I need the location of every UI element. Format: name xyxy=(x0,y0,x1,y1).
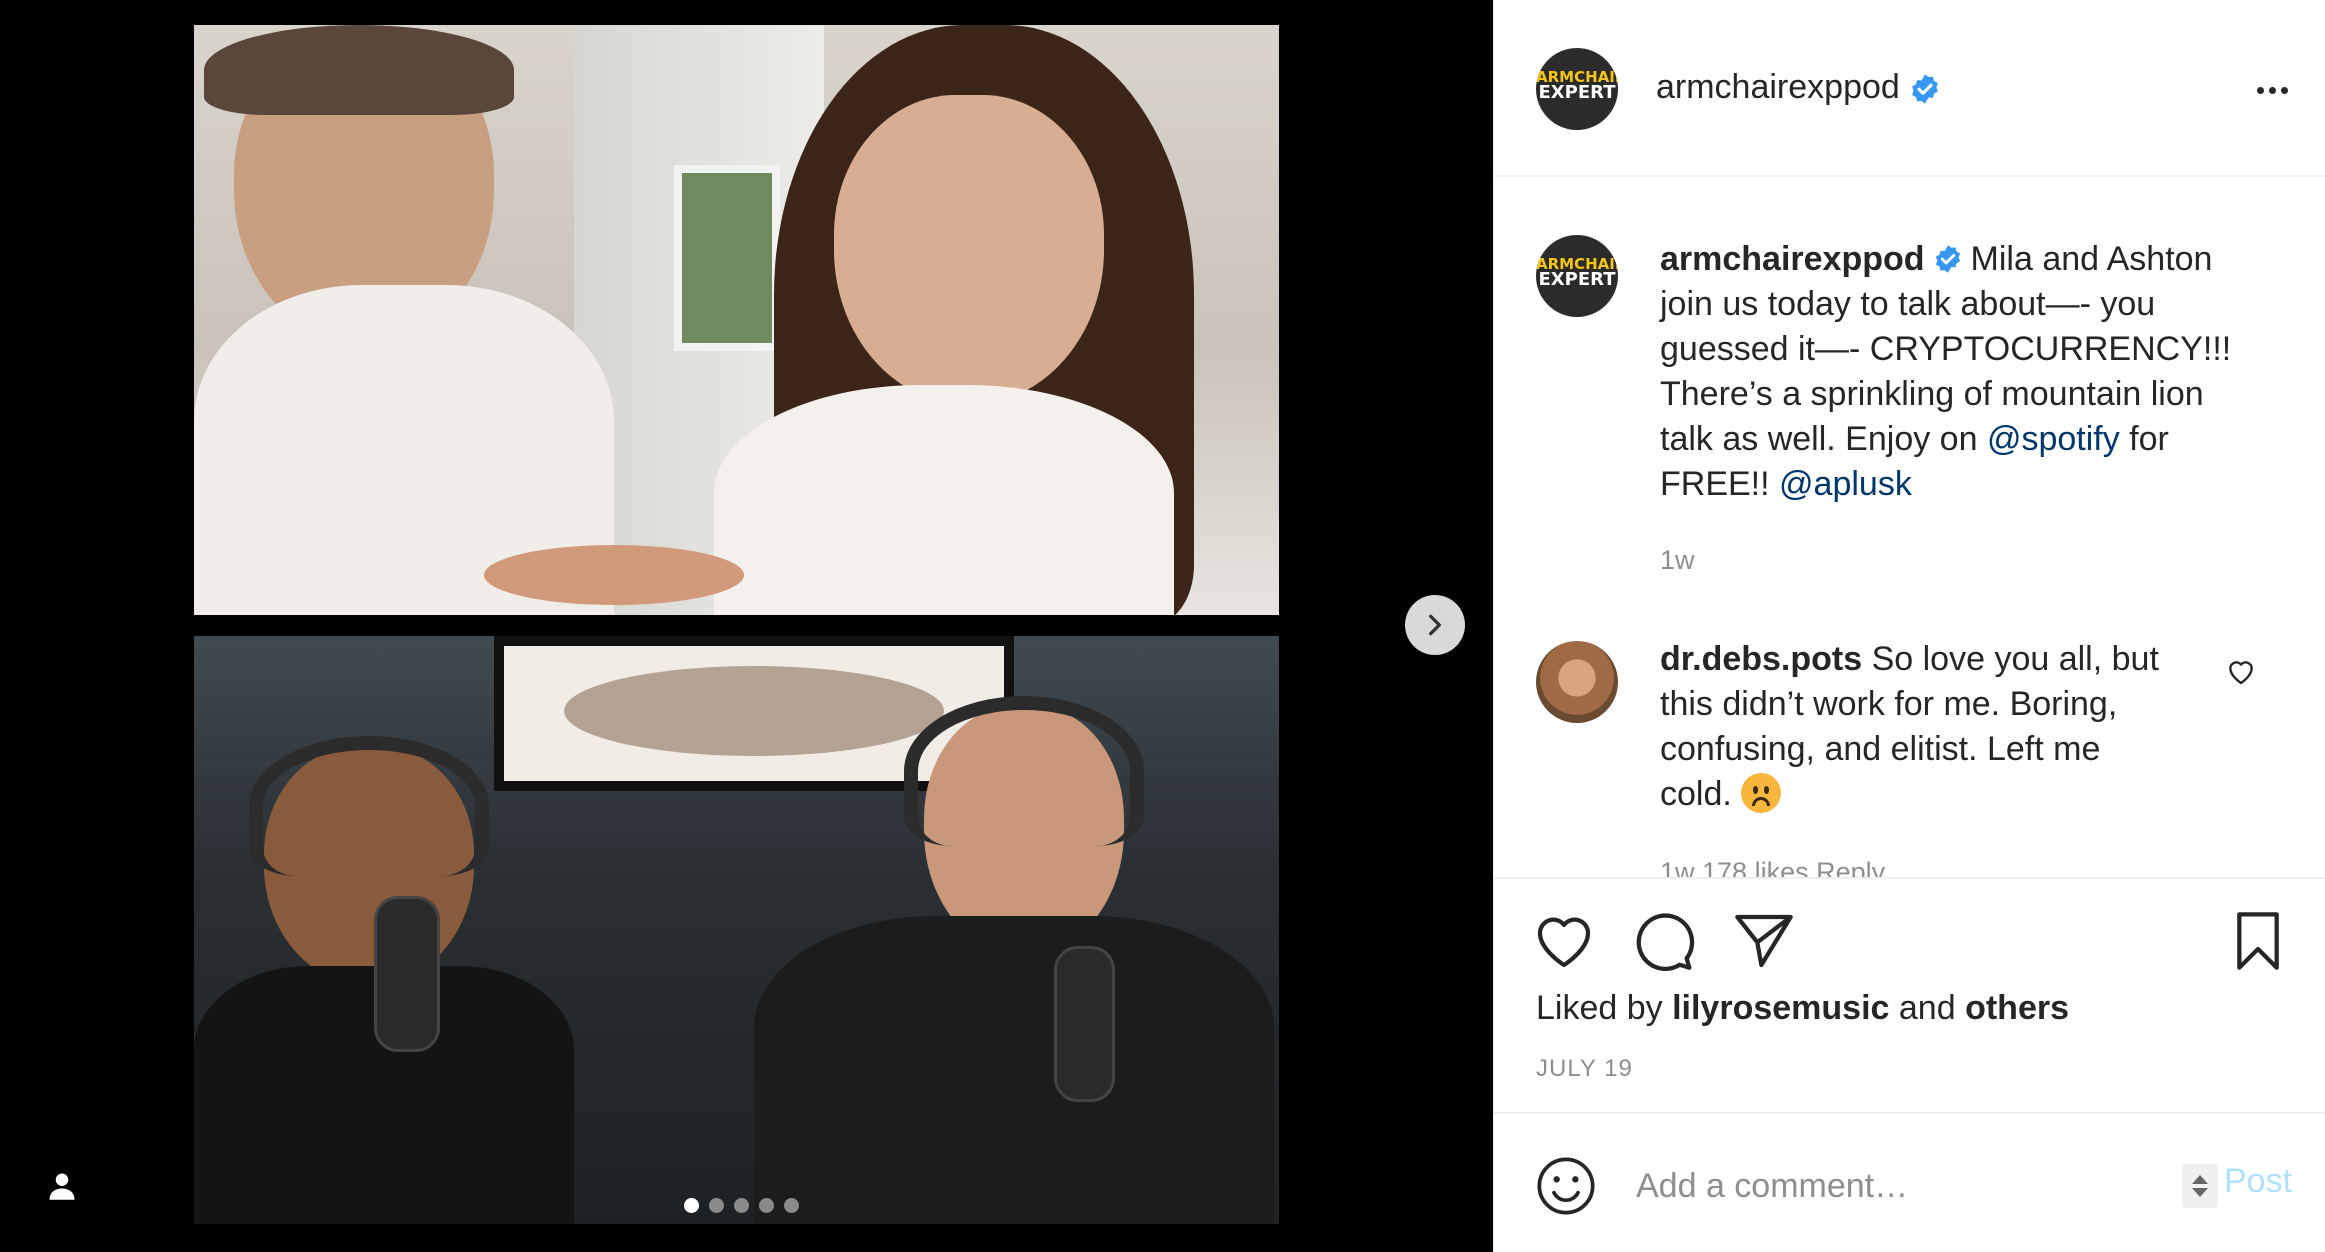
verified-badge-icon xyxy=(1912,74,1939,104)
hand-decor xyxy=(484,545,744,605)
carousel-dot xyxy=(784,1198,799,1213)
header-username[interactable]: armchairexppod xyxy=(1656,68,1941,107)
caption-avatar-logo-text-bottom: EXPERT xyxy=(1538,269,1616,290)
avatar[interactable]: ARMCHAIR EXPERT xyxy=(1536,48,1618,130)
video-call-bottom-tile xyxy=(194,636,1279,1224)
next-slide-button[interactable] xyxy=(1405,595,1465,655)
user-icon xyxy=(49,1173,75,1200)
host-right-decor xyxy=(714,666,1279,1224)
person-left-decor xyxy=(194,25,614,615)
likes-summary: Liked by lilyrosemusic and others xyxy=(1536,989,2069,1028)
carousel-dot xyxy=(684,1198,699,1213)
share-icon[interactable] xyxy=(1732,909,1796,973)
post-header: ARMCHAIR EXPERT armchairexppod xyxy=(1494,0,2325,177)
likes-others-link[interactable]: others xyxy=(1965,989,2069,1027)
carousel-dot xyxy=(709,1198,724,1213)
carousel-dot xyxy=(734,1198,749,1213)
like-icon[interactable] xyxy=(1532,909,1596,973)
add-comment-input[interactable] xyxy=(1634,1154,2158,1218)
comment: dr.debs.pots So love you all, but this d… xyxy=(1660,637,2180,817)
comment-username[interactable]: dr.debs.pots xyxy=(1660,640,1862,678)
avatar-logo-text-bottom: EXPERT xyxy=(1538,82,1616,103)
carousel-dot xyxy=(759,1198,774,1213)
dot-icon xyxy=(2268,86,2276,94)
header-username-text: armchairexppod xyxy=(1656,68,1900,106)
liked-by-user[interactable]: lilyrosemusic xyxy=(1672,989,1889,1027)
mention-link[interactable]: @spotify xyxy=(1987,420,2120,458)
frowning-face-emoji xyxy=(1741,773,1782,814)
caption-timestamp[interactable]: 1w xyxy=(1660,545,1695,576)
tagged-users-button[interactable] xyxy=(44,1168,80,1204)
caption-avatar[interactable]: ARMCHAIR EXPERT xyxy=(1536,235,1618,317)
microphone-left-decor xyxy=(374,896,440,1052)
post-details-panel: ARMCHAIR EXPERT armchairexppod ARMCHAIR … xyxy=(1493,0,2325,1252)
likes-prefix: Liked by xyxy=(1536,989,1663,1027)
comment-like-icon[interactable] xyxy=(2225,655,2257,687)
chevron-right-icon xyxy=(1429,614,1441,636)
carousel-indicator xyxy=(684,1198,799,1213)
mention-link[interactable]: @aplusk xyxy=(1779,465,1912,503)
resize-handle[interactable] xyxy=(2182,1164,2218,1208)
post-date[interactable]: JULY 19 xyxy=(1536,1055,1633,1083)
video-call-top-tile xyxy=(194,25,1279,615)
comments-section: ARMCHAIR EXPERT armchairexppod Mila and A… xyxy=(1494,177,2325,877)
more-options-button[interactable] xyxy=(2252,80,2292,100)
emoji-picker-icon[interactable] xyxy=(1534,1154,1598,1218)
verified-badge-icon xyxy=(1935,245,1960,273)
add-comment-bar: Post xyxy=(1494,1112,2325,1252)
dot-icon xyxy=(2256,86,2264,94)
comment-icon[interactable] xyxy=(1632,909,1696,973)
likes-middle: and xyxy=(1898,989,1956,1027)
microphone-right-decor xyxy=(1054,946,1115,1102)
commenter-avatar[interactable] xyxy=(1536,641,1618,723)
person-right-decor xyxy=(694,25,1279,615)
post-media xyxy=(0,0,1493,1252)
caption-username[interactable]: armchairexppod xyxy=(1660,240,1925,278)
save-bookmark-icon[interactable] xyxy=(2226,909,2290,973)
comment-meta: 1w 178 likes Reply xyxy=(1660,857,1886,877)
dot-icon xyxy=(2280,86,2288,94)
post-comment-button[interactable]: Post xyxy=(2224,1162,2292,1201)
post-caption: armchairexppod Mila and Ashton join us to… xyxy=(1660,237,2260,507)
post-actions: Liked by lilyrosemusic and others JULY 1… xyxy=(1494,877,2325,1112)
